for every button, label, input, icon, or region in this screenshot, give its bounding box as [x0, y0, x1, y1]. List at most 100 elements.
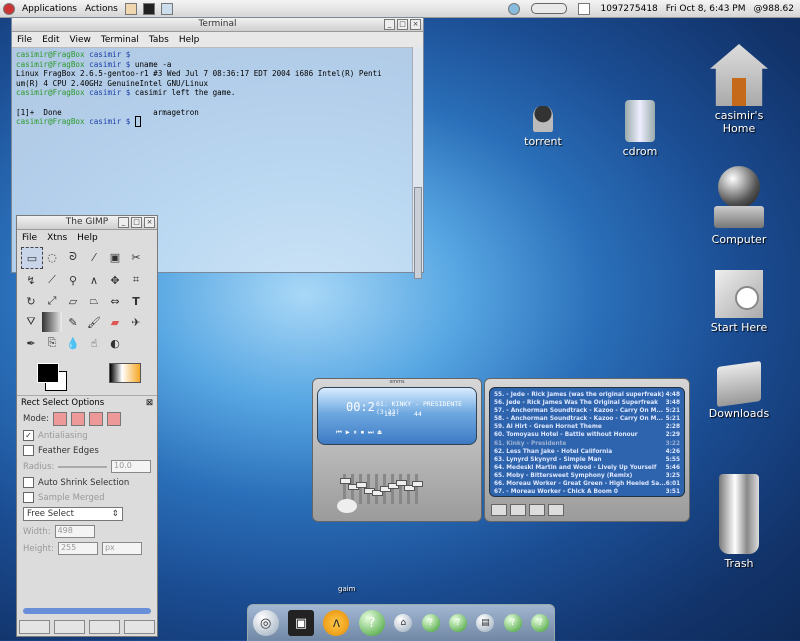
mode-intersect-button[interactable]	[107, 412, 122, 426]
perspective-icon[interactable]: ⏢	[84, 291, 104, 311]
music-launcher-icon[interactable]	[160, 2, 173, 15]
help-icon[interactable]: ?	[531, 614, 550, 632]
eq-slider[interactable]	[372, 474, 383, 504]
close-icon[interactable]: ⊠	[146, 398, 153, 408]
menu-xtns[interactable]: Xtns	[42, 233, 72, 243]
mode-replace-button[interactable]	[53, 412, 68, 426]
gimp-scrollbar[interactable]	[23, 608, 151, 614]
playlist-item[interactable]: 66. Moreau Worker - Great Green - High H…	[494, 480, 680, 488]
scissors-icon[interactable]: ✂	[126, 247, 146, 267]
desktop-icon-start-here[interactable]: Start Here	[700, 270, 778, 334]
blend-icon[interactable]	[42, 312, 62, 332]
select-by-color-icon[interactable]: ▣	[105, 247, 125, 267]
playlist-item[interactable]: 59. Al Hirt - Green Hornet Theme 2:28	[494, 423, 680, 431]
desktop-icon-torrent[interactable]: torrent	[516, 106, 570, 148]
reset-options-button[interactable]	[124, 620, 155, 634]
terminal-scrollbar[interactable]	[412, 47, 423, 279]
browser-icon[interactable]: ◎	[252, 610, 279, 636]
terminal-launcher-icon[interactable]	[142, 2, 155, 15]
mail-icon[interactable]	[577, 2, 590, 15]
paths-icon[interactable]: ↯	[21, 270, 41, 290]
playlist-item[interactable]: 56. Jede - Rick James Was The Original S…	[494, 399, 680, 407]
menu-tabs[interactable]: Tabs	[144, 35, 174, 45]
remove-button[interactable]	[510, 504, 526, 516]
desktop-icon-home[interactable]: casimir's Home	[700, 44, 778, 135]
eq-slider[interactable]	[388, 474, 399, 504]
mode-add-button[interactable]	[71, 412, 86, 426]
maximize-button[interactable]: □	[131, 217, 142, 228]
help-icon[interactable]: ?	[503, 614, 522, 632]
bucket-fill-icon[interactable]: ⛛	[21, 312, 41, 332]
pencil-icon[interactable]: ✎	[63, 312, 83, 332]
antialiasing-checkbox[interactable]: ✓	[23, 430, 34, 441]
printer-icon[interactable]: ▤	[476, 614, 495, 632]
playlist-item[interactable]: 60. Tomoyasu Hotei - Battle without Hono…	[494, 431, 680, 439]
gradient-swatch[interactable]	[109, 363, 141, 383]
desktop-icon-computer[interactable]: Computer	[700, 166, 778, 246]
ellipse-select-icon[interactable]: ◌	[42, 247, 62, 267]
actions-menu[interactable]: Actions	[81, 4, 122, 14]
eq-slider[interactable]	[356, 474, 367, 504]
move-icon[interactable]: ✥	[105, 270, 125, 290]
minimize-button[interactable]: _	[118, 217, 129, 228]
dodge-burn-icon[interactable]: ◐	[105, 333, 125, 353]
foreground-color-swatch[interactable]	[37, 363, 59, 383]
rect-select-icon[interactable]: ▭	[21, 247, 43, 269]
terminal-titlebar[interactable]: Terminal _ □ ×	[12, 18, 423, 32]
color-picker-icon[interactable]: ⟋	[42, 270, 62, 290]
equalizer[interactable]	[340, 464, 453, 504]
playlist-item[interactable]: 55. - Jede - Rick James (was the origina…	[494, 391, 680, 399]
menu-file[interactable]: File	[17, 233, 42, 243]
terminal-icon[interactable]: ▣	[288, 610, 315, 636]
menu-help[interactable]: Help	[72, 233, 103, 243]
eq-slider[interactable]	[364, 474, 375, 504]
unit-combo[interactable]: px	[101, 542, 142, 555]
foot-icon[interactable]	[3, 2, 15, 15]
convolve-icon[interactable]: 💧	[63, 333, 83, 353]
menu-terminal[interactable]: Terminal	[96, 35, 144, 45]
playlist-item[interactable]: 61. Kinky - Presidente 3:22	[494, 440, 680, 448]
save-options-button[interactable]	[19, 620, 50, 634]
restore-options-button[interactable]	[54, 620, 85, 634]
media-player[interactable]: xmms 00:2 61. KINKY - PRESIDENTE (3:22) …	[312, 378, 482, 522]
feather-checkbox[interactable]	[23, 445, 34, 456]
rotate-icon[interactable]: ↻	[21, 291, 41, 311]
help-icon[interactable]: ?	[449, 614, 468, 632]
mode-subtract-button[interactable]	[89, 412, 104, 426]
playlist-item[interactable]: 58. - Anchorman Soundtrack - Kazoo - Car…	[494, 415, 680, 423]
select-button[interactable]	[529, 504, 545, 516]
clock[interactable]: Fri Oct 8, 6:43 PM	[666, 4, 746, 14]
terminal-output[interactable]: casimir@FragBox casimir $ casimir@FragBox…	[12, 48, 423, 129]
width-spinner[interactable]: 498	[54, 525, 95, 538]
shear-icon[interactable]: ▱	[63, 291, 83, 311]
close-button[interactable]: ×	[410, 19, 421, 30]
network-icon[interactable]	[507, 2, 520, 15]
crop-icon[interactable]: ⌗	[126, 270, 146, 290]
playlist[interactable]: 55. - Jede - Rick James (was the origina…	[489, 387, 685, 497]
playlist-item[interactable]: 57. - Anchorman Soundtrack - Kazoo - Car…	[494, 407, 680, 415]
playlist-item[interactable]: 67. - Moreau Worker - Chick A Boom 0 3:51	[494, 488, 680, 496]
lasso-icon[interactable]: ᘐ	[63, 247, 83, 267]
eraser-icon[interactable]: ▰	[105, 312, 125, 332]
radius-spinner[interactable]: 10.0	[111, 460, 151, 473]
playlist-item[interactable]: 65. Moby - Bittersweet Symphony (Remix) 3…	[494, 472, 680, 480]
radius-slider[interactable]	[58, 465, 107, 468]
home-launcher-icon[interactable]	[124, 2, 137, 15]
gaim-icon[interactable]: ᴧ	[323, 610, 350, 636]
applications-menu[interactable]: Applications	[18, 4, 81, 14]
minimize-button[interactable]: _	[384, 19, 395, 30]
sample-merged-checkbox[interactable]	[23, 492, 34, 503]
desktop-icon-downloads[interactable]: Downloads	[700, 360, 778, 420]
clone-icon[interactable]: ⎘	[42, 333, 62, 353]
paintbrush-icon[interactable]: 🖌	[84, 312, 104, 332]
misc-button[interactable]	[548, 504, 564, 516]
eq-slider[interactable]	[396, 474, 407, 504]
help-icon[interactable]: ?	[358, 610, 385, 636]
playlist-item[interactable]: 64. Medeski Martin and Wood - Lively Up …	[494, 464, 680, 472]
gimp-titlebar[interactable]: The GIMP _ □ ×	[17, 216, 157, 230]
delete-options-button[interactable]	[89, 620, 120, 634]
help-icon[interactable]: ?	[421, 614, 440, 632]
close-button[interactable]: ×	[144, 217, 155, 228]
select-mode-combo[interactable]: Free Select ⇕	[23, 507, 123, 521]
add-button[interactable]	[491, 504, 507, 516]
